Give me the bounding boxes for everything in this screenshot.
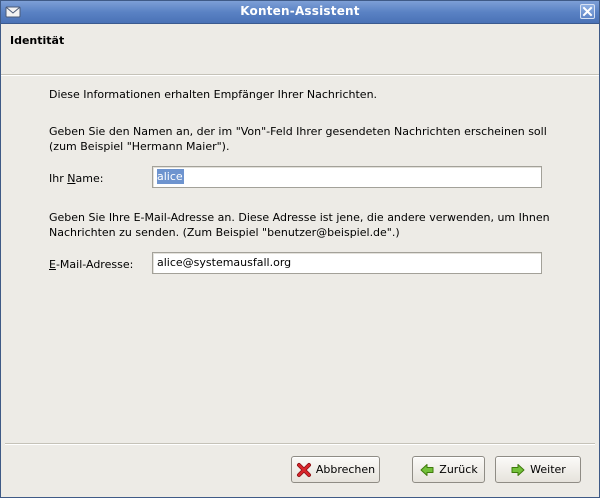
wizard-window: Konten-Assistent Identität Diese Informa… — [0, 0, 600, 498]
content-area: Diese Informationen erhalten Empfänger I… — [1, 76, 599, 442]
next-button[interactable]: Weiter — [495, 456, 581, 483]
arrow-right-icon — [511, 463, 525, 476]
back-button[interactable]: Zurück — [412, 456, 485, 483]
page-header: Identität — [1, 24, 599, 75]
next-button-label: Weiter — [530, 463, 566, 476]
email-instruction: Geben Sie Ihre E-Mail-Adresse an. Diese … — [49, 211, 550, 239]
email-label-post: -Mail-Adresse: — [55, 258, 134, 271]
page-title: Identität — [10, 34, 65, 47]
title-bar[interactable]: Konten-Assistent — [1, 1, 599, 24]
name-instruction: Geben Sie den Namen an, der im "Von"-Fel… — [49, 125, 547, 153]
close-button[interactable] — [580, 4, 595, 19]
cancel-button-label: Abbrechen — [315, 463, 376, 476]
arrow-left-icon — [420, 463, 434, 476]
intro-text: Diese Informationen erhalten Empfänger I… — [49, 88, 378, 101]
name-label-post: ame: — [75, 172, 104, 185]
email-label: E-Mail-Adresse: — [49, 258, 133, 271]
footer-divider — [5, 443, 595, 445]
name-label-pre: Ihr — [49, 172, 68, 185]
cancel-x-icon — [296, 462, 311, 477]
cancel-button[interactable]: Abbrechen — [291, 456, 380, 483]
email-input[interactable]: alice@systemausfall.org — [152, 252, 542, 274]
email-label-mnemonic: E — [49, 258, 56, 271]
back-button-label: Zurück — [439, 463, 478, 476]
name-label: Ihr Name: — [49, 172, 103, 185]
name-input-value: alice — [157, 169, 184, 184]
window-title: Konten-Assistent — [240, 4, 360, 18]
name-input[interactable]: alice — [152, 166, 542, 188]
email-input-value: alice@systemausfall.org — [157, 256, 292, 269]
close-icon — [582, 6, 593, 17]
